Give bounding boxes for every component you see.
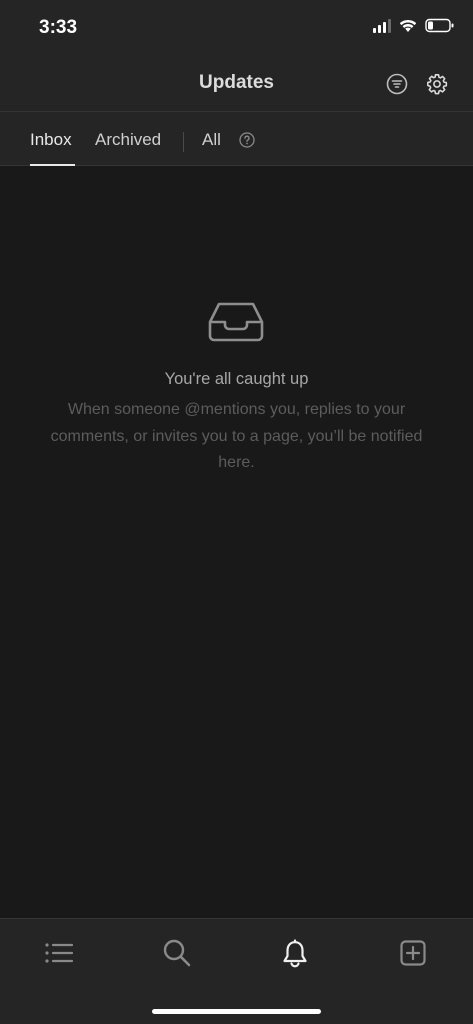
nav-list-button[interactable]: [43, 937, 75, 969]
empty-state-title: You're all caught up: [164, 370, 309, 388]
help-circle-icon[interactable]: [239, 132, 255, 148]
gear-icon: [427, 74, 448, 95]
wifi-icon: [399, 19, 417, 32]
new-page-icon: [400, 940, 426, 966]
home-indicator[interactable]: [152, 1009, 321, 1014]
settings-button[interactable]: [425, 72, 449, 96]
empty-state-description: When someone @mentions you, replies to y…: [50, 401, 423, 471]
header: Updates: [0, 58, 473, 112]
tab-divider: [183, 132, 184, 152]
status-bar: 3:33: [0, 0, 473, 58]
updates-screen: 3:33 Updates Inbox Archived All You're a…: [0, 0, 473, 1024]
tab-bar: Inbox Archived All: [0, 112, 473, 166]
status-icons: [373, 18, 455, 33]
bottom-nav-bar: [0, 918, 473, 1024]
search-icon: [163, 939, 191, 967]
list-icon: [45, 943, 74, 963]
nav-notifications-button[interactable]: [279, 937, 311, 969]
battery-icon: [425, 18, 454, 33]
tab-archived[interactable]: Archived: [95, 130, 161, 150]
nav-new-page-button[interactable]: [397, 937, 429, 969]
tab-all[interactable]: All: [202, 130, 221, 150]
cellular-signal-icon: [373, 18, 391, 33]
tab-inbox[interactable]: Inbox: [30, 130, 72, 150]
status-time: 3:33: [39, 17, 78, 38]
active-tab-indicator: [30, 164, 75, 166]
inbox-tray-icon: [208, 302, 264, 342]
filter-button[interactable]: [385, 72, 409, 96]
nav-search-button[interactable]: [161, 937, 193, 969]
bell-icon: [283, 939, 307, 968]
filter-icon: [386, 73, 408, 95]
